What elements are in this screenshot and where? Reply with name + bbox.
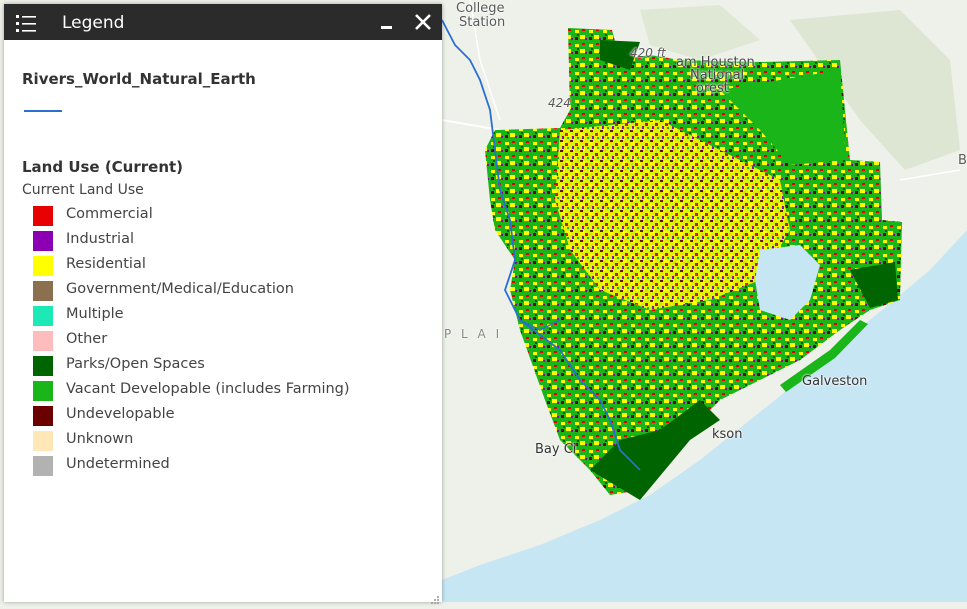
legend-label: Residential <box>66 256 146 272</box>
unknown-swatch <box>33 431 53 451</box>
legend-label: Multiple <box>66 306 124 322</box>
legend-label: Government/Medical/Education <box>66 281 294 297</box>
map-label-college-station: College <box>456 1 505 16</box>
resize-grip-icon[interactable] <box>430 590 440 604</box>
legend-label: Undevelopable <box>66 406 175 422</box>
government-swatch <box>33 281 53 301</box>
vacant-swatch <box>33 381 53 401</box>
map-label-sam-houston-3: orest <box>696 81 729 96</box>
legend-label: Industrial <box>66 231 135 247</box>
industrial-swatch <box>33 231 53 251</box>
legend-label: Undetermined <box>66 456 170 472</box>
close-icon[interactable] <box>413 12 433 32</box>
map-label-college-station-2: Station <box>459 15 506 30</box>
parks-swatch <box>33 356 53 376</box>
map-label-lake-jackson: kson <box>712 427 743 442</box>
rivers-layer-title: Rivers_World_Natural_Earth <box>22 70 256 88</box>
map-label-bay-city: Bay Ci <box>535 442 577 457</box>
commercial-swatch <box>33 206 53 226</box>
minimize-icon[interactable] <box>380 14 394 32</box>
undevelopable-swatch <box>33 406 53 426</box>
multiple-swatch <box>33 306 53 326</box>
map-label-plain: P L A I <box>444 327 503 341</box>
legend-label: Unknown <box>66 431 134 447</box>
legend-label: Parks/Open Spaces <box>66 356 205 372</box>
other-swatch <box>33 331 53 351</box>
map-label-highway-424: 424 <box>548 96 571 110</box>
legend-label: Other <box>66 331 108 347</box>
undetermined-swatch <box>33 456 53 476</box>
legend-label: Commercial <box>66 206 153 222</box>
map-label-highway-420: 420 ft <box>630 46 666 60</box>
map-label-galveston: Galveston <box>802 374 868 389</box>
land-use-subtitle: Current Land Use <box>22 182 144 198</box>
land-use-layer-title: Land Use (Current) <box>22 158 184 176</box>
legend-panel: Legend Rivers_World_Natural_Earth Land U… <box>4 4 442 604</box>
legend-panel-header[interactable]: Legend <box>4 4 442 40</box>
residential-swatch <box>33 256 53 276</box>
legend-label: Vacant Developable (includes Farming) <box>66 381 350 397</box>
legend-content: Rivers_World_Natural_Earth Land Use (Cur… <box>4 40 442 602</box>
panel-title: Legend <box>62 13 125 33</box>
legend-list-icon <box>16 14 38 34</box>
river-line-swatch <box>24 110 62 112</box>
map-label-edge: B <box>958 153 967 168</box>
